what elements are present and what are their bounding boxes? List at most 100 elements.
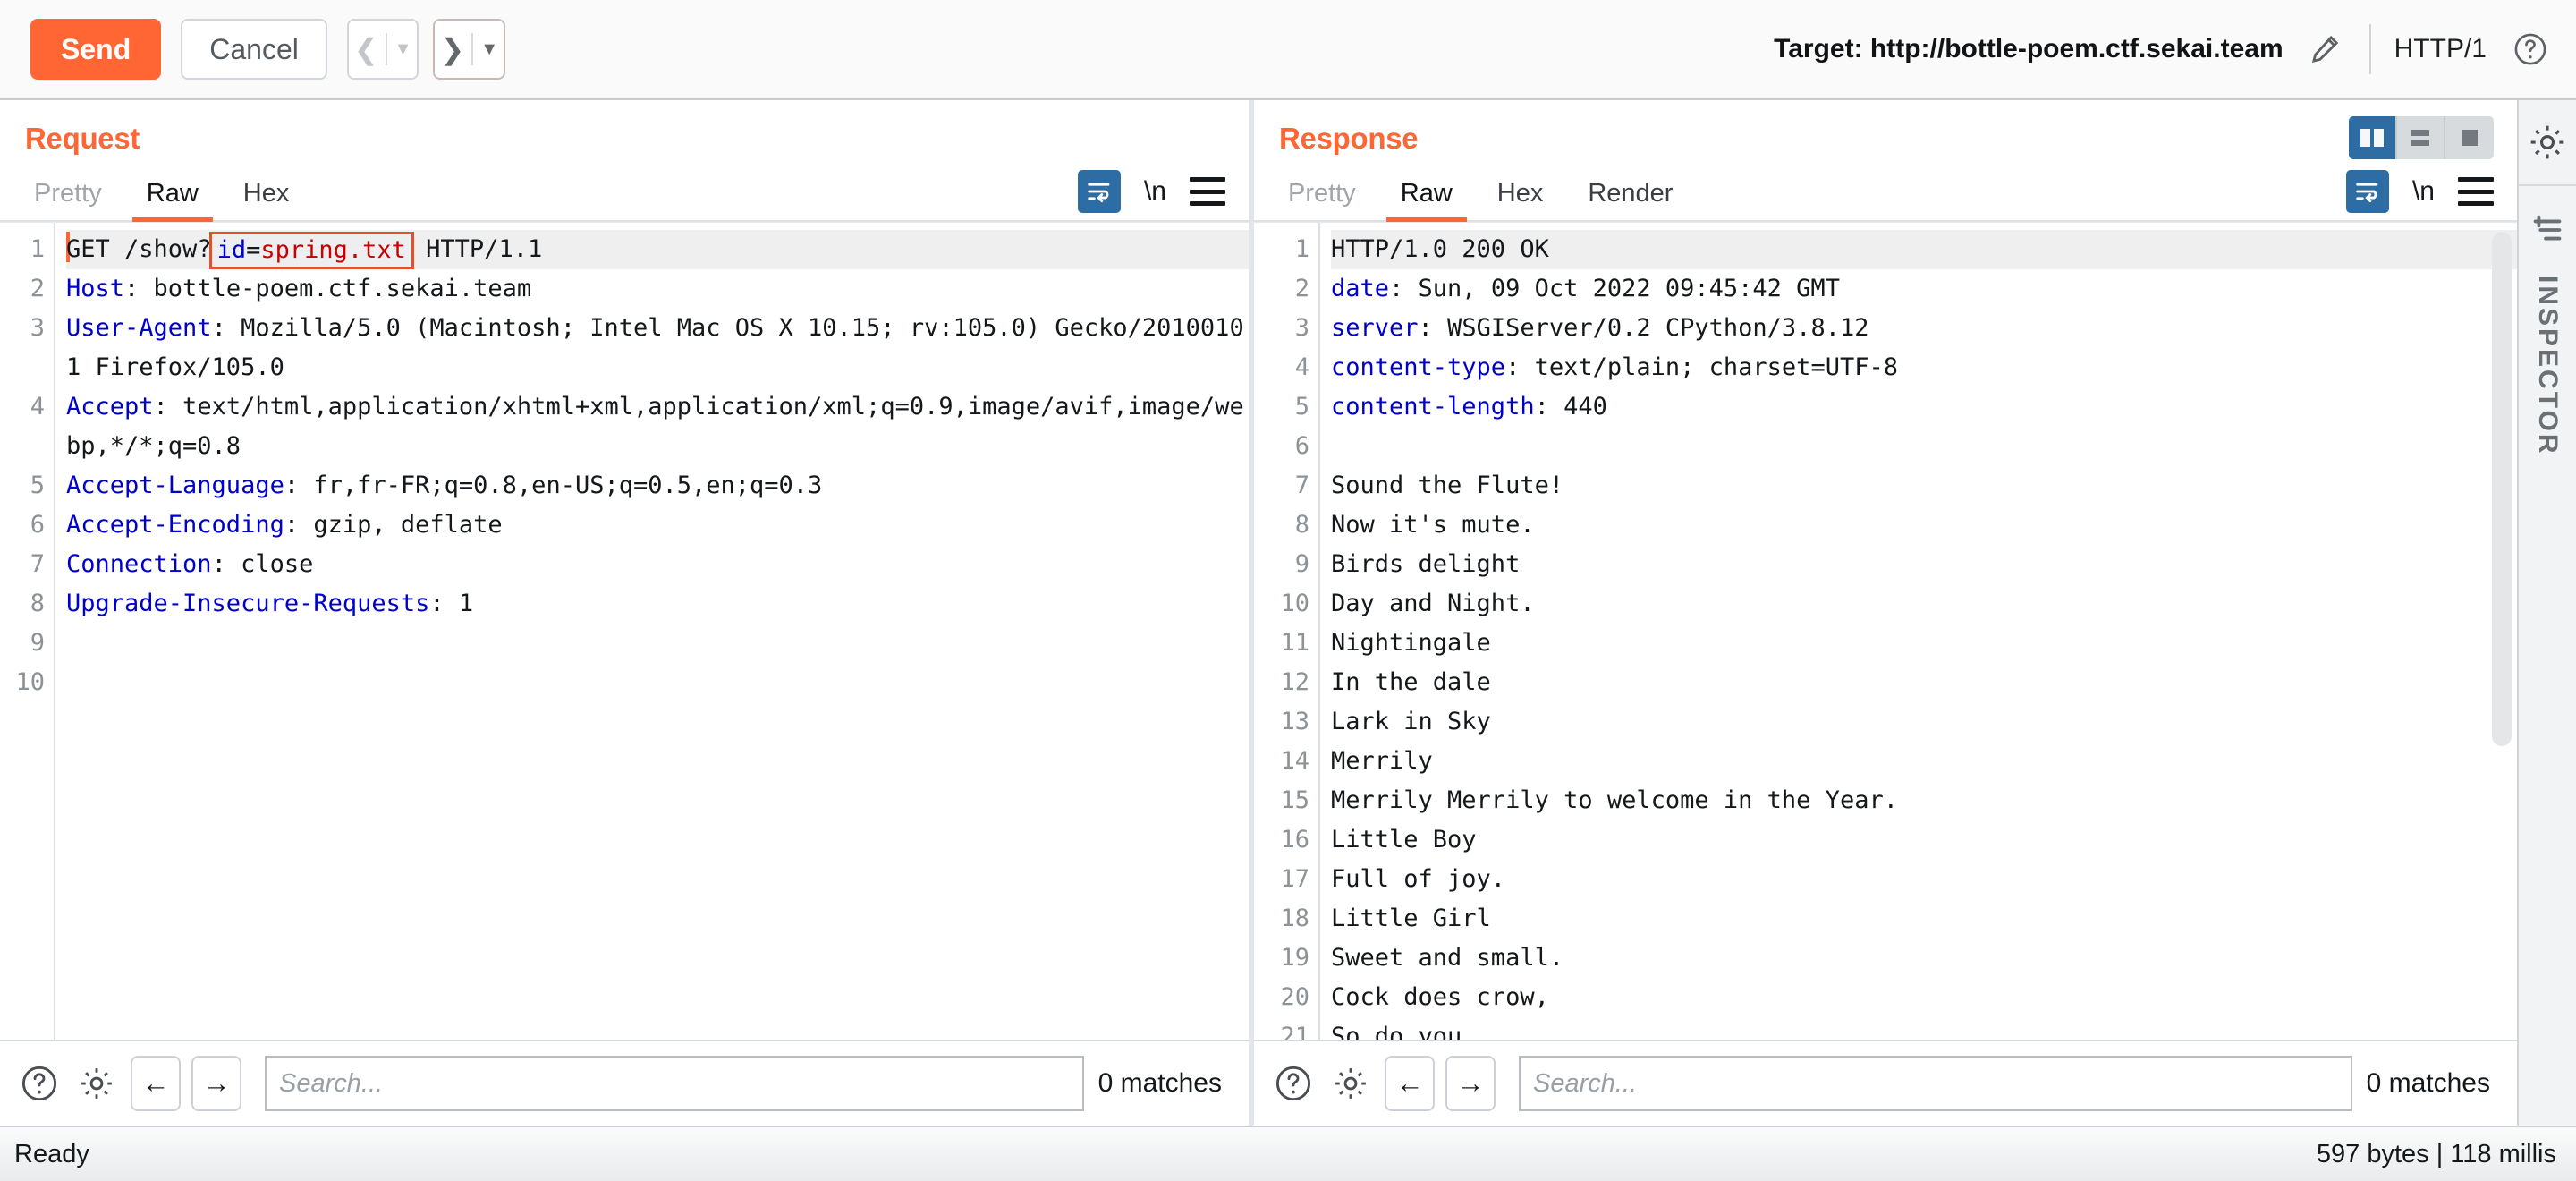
word-wrap-icon[interactable] <box>2345 170 2389 213</box>
code-line: Sound the Flute! <box>1331 472 1564 499</box>
search-prev-button[interactable]: ← <box>131 1056 181 1111</box>
code-line: Connection: close <box>66 550 314 578</box>
request-pane: Request Pretty Raw Hex \n 1 2 3 4 5 6 7 … <box>0 100 1249 1126</box>
inspector-rail: INSPECTOR <box>2517 100 2576 1126</box>
code-line: Merrily Merrily to welcome in the Year. <box>1331 786 1898 814</box>
chevron-left-icon: ❮ <box>353 33 378 65</box>
status-bar: Ready 597 bytes | 118 millis <box>0 1126 2576 1181</box>
single-pane-icon[interactable] <box>2445 116 2494 159</box>
gear-icon[interactable] <box>73 1060 120 1107</box>
request-editor[interactable]: 123 4 5 6 7 8 9 10 GET /show? id=spring.txt HT… <box>0 222 1249 1040</box>
tab-request-pretty[interactable]: Pretty <box>20 174 116 222</box>
http-version-label[interactable]: HTTP/1 <box>2394 34 2487 64</box>
code-line: Day and Night. <box>1331 590 1535 617</box>
target-label: Target: http://bottle-poem.ctf.sekai.tea… <box>1774 34 2284 64</box>
code-line: content-length: 440 <box>1331 393 1607 421</box>
code-line: Birds delight <box>1331 550 1521 578</box>
response-match-count: 0 matches <box>2366 1068 2490 1098</box>
burp-repeater-window: Send Cancel ❮ ▼ ❯ ▼ Target: http://bottl… <box>0 0 2576 1181</box>
status-metrics: 597 bytes | 118 millis <box>2316 1139 2556 1168</box>
request-code[interactable]: GET /show? id=spring.txt HTTP/1.1 Host: bo… <box>54 223 1249 1040</box>
divider <box>2368 24 2371 74</box>
code-line: Nightingale <box>1331 629 1491 657</box>
split-horizontal-icon[interactable] <box>2397 116 2445 159</box>
help-circle-icon[interactable] <box>16 1060 63 1107</box>
caret-down-icon[interactable]: ▼ <box>394 40 412 58</box>
code-line: User-Agent: Mozilla/5.0 (Macintosh; Inte… <box>66 314 1244 381</box>
query-param-selection[interactable]: id=spring.txt <box>208 232 414 269</box>
divider <box>471 33 474 65</box>
newline-toggle[interactable]: \n <box>2412 176 2435 207</box>
code-line: GET /show? id=spring.txt HTTP/1.1 <box>66 230 1249 269</box>
search-input[interactable] <box>265 1056 1084 1111</box>
history-nav-group: ❮ ▼ ❯ ▼ <box>346 19 520 80</box>
code-line: So do you. <box>1331 1023 1477 1040</box>
divider <box>385 33 387 65</box>
code-line: Sweet and small. <box>1331 944 1564 972</box>
response-pane: Response Pretty Raw Hex Render \n 1 2 3 … <box>1254 100 2517 1126</box>
caret-down-icon[interactable]: ▼ <box>480 40 498 58</box>
response-tabs: Pretty Raw Hex Render \n <box>1254 170 2517 222</box>
code-line: Merrily <box>1331 747 1433 775</box>
request-match-count: 0 matches <box>1097 1068 1222 1098</box>
code-line: Now it's mute. <box>1331 511 1535 539</box>
panes-container: Request Pretty Raw Hex \n 1 2 3 4 5 6 7 … <box>0 100 2517 1126</box>
tab-response-pretty[interactable]: Pretty <box>1274 174 1370 222</box>
response-scrollbar[interactable] <box>2492 232 2512 747</box>
gear-icon[interactable] <box>1327 1060 1374 1107</box>
status-text: Ready <box>14 1139 89 1168</box>
code-line: content-type: text/plain; charset=UTF-8 <box>1331 353 1898 381</box>
main-body: Request Pretty Raw Hex \n 1 2 3 4 5 6 7 … <box>0 100 2576 1126</box>
newline-toggle[interactable]: \n <box>1144 176 1166 207</box>
history-back-button[interactable]: ❮ ▼ <box>346 19 419 80</box>
search-next-button[interactable]: → <box>1445 1056 1496 1111</box>
tab-response-raw[interactable]: Raw <box>1385 174 1467 222</box>
code-line: Little Boy <box>1331 826 1477 854</box>
split-vertical-icon[interactable] <box>2349 116 2397 159</box>
code-line: server: WSGIServer/0.2 CPython/3.8.12 <box>1331 314 1869 342</box>
sliders-icon[interactable] <box>2527 209 2568 251</box>
tab-response-render[interactable]: Render <box>1573 174 1687 222</box>
tab-request-hex[interactable]: Hex <box>229 174 304 222</box>
request-title: Request <box>25 122 140 155</box>
code-line: Little Girl <box>1331 905 1491 932</box>
response-title: Response <box>1279 122 1419 155</box>
response-header: Response Pretty Raw Hex Render \n <box>1254 100 2517 222</box>
word-wrap-icon[interactable] <box>1077 170 1121 213</box>
response-editor[interactable]: 1 2 3 4 5 6 7 8 9 10 11 12 13 14 15 16 17 18 19 20 21 HTTP/1… <box>1254 222 2517 1040</box>
search-input[interactable] <box>1519 1056 2352 1111</box>
code-line: Upgrade-Insecure-Requests: 1 <box>66 590 474 617</box>
code-line: Accept-Language: fr,fr-FR;q=0.8,en-US;q=… <box>66 472 823 499</box>
response-search-bar: ← → 0 matches <box>1254 1040 2517 1126</box>
send-button[interactable]: Send <box>30 19 162 80</box>
hamburger-menu-icon[interactable] <box>2458 177 2494 206</box>
help-circle-icon[interactable] <box>1270 1060 1317 1107</box>
request-line-numbers: 123 4 5 6 7 8 9 10 <box>0 223 54 1040</box>
code-line: date: Sun, 09 Oct 2022 09:45:42 GMT <box>1331 275 1840 302</box>
tab-request-raw[interactable]: Raw <box>131 174 213 222</box>
code-line: In the dale <box>1331 668 1491 696</box>
cancel-button[interactable]: Cancel <box>181 19 327 80</box>
code-line: Accept-Encoding: gzip, deflate <box>66 511 503 539</box>
pencil-icon[interactable] <box>2305 29 2346 70</box>
code-line: Host: bottle-poem.ctf.sekai.team <box>66 275 532 302</box>
inspector-label[interactable]: INSPECTOR <box>2532 276 2563 455</box>
request-tabs: Pretty Raw Hex \n <box>0 170 1249 222</box>
help-circle-icon[interactable] <box>2510 29 2551 70</box>
history-forward-button[interactable]: ❯ ▼ <box>433 19 506 80</box>
response-line-numbers: 1 2 3 4 5 6 7 8 9 10 11 12 13 14 15 16 17 18 19 20 21 <box>1254 223 1318 1040</box>
tab-response-hex[interactable]: Hex <box>1483 174 1558 222</box>
code-line: Cock does crow, <box>1331 983 1549 1011</box>
target-area: Target: http://bottle-poem.ctf.sekai.tea… <box>1774 24 2551 74</box>
search-next-button[interactable]: → <box>191 1056 242 1111</box>
request-search-bar: ← → 0 matches <box>0 1040 1249 1126</box>
divider <box>2519 184 2576 186</box>
response-code[interactable]: HTTP/1.0 200 OK date: Sun, 09 Oct 2022 09… <box>1318 223 2517 1040</box>
search-prev-button[interactable]: ← <box>1385 1056 1435 1111</box>
hamburger-menu-icon[interactable] <box>1190 177 1225 206</box>
code-line: Full of joy. <box>1331 865 1506 893</box>
gear-icon[interactable] <box>2525 120 2570 165</box>
response-tools: \n <box>2345 170 2494 213</box>
